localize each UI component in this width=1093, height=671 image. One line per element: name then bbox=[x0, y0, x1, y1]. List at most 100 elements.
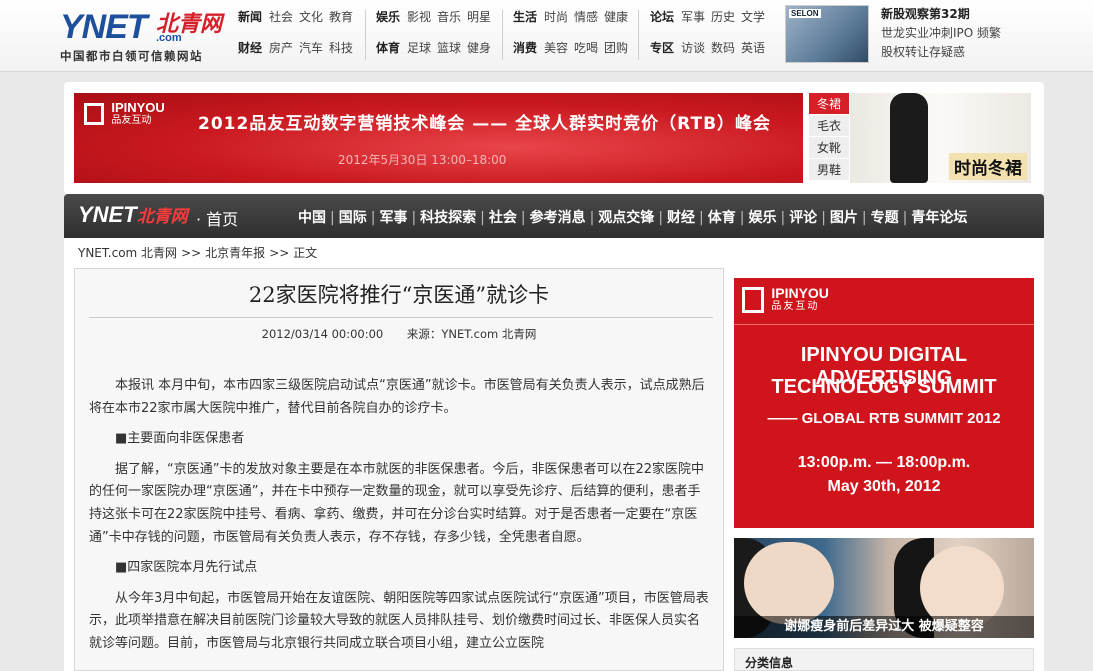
topnav-link[interactable]: 社会 bbox=[269, 10, 293, 24]
category-box: 分类信息 bbox=[734, 648, 1034, 671]
channel-item[interactable]: 参考消息 bbox=[530, 210, 586, 226]
topnav-group-news: 新闻 社会 文化 教育 财经 房产 汽车 科技 bbox=[238, 8, 359, 62]
selon-ad-thumbnail[interactable]: SELON bbox=[785, 5, 869, 63]
side-ad-line: TECHNOLOGY SUMMIT bbox=[771, 376, 997, 398]
topnav-link[interactable]: 娱乐 bbox=[376, 10, 400, 24]
article-paragraph: 据了解，“京医通”卡的发放对象主要是在本市就医的非医保患者。今后，非医保患者可以… bbox=[89, 461, 705, 545]
tag-item[interactable]: 毛衣 bbox=[809, 115, 849, 137]
site-header: YNET 北青网 .com 中国都市白领可信赖网站 新闻 社会 文化 教育 财经 房产汽… bbox=[0, 0, 1093, 72]
topnav-link[interactable]: 情感 bbox=[574, 10, 598, 24]
article-paragraph: 本报讯 本月中旬，本市四家三级医院启动试点“京医通”就诊卡。市医管局有关负责人表… bbox=[89, 378, 705, 416]
topnav-link[interactable]: 吃喝 bbox=[574, 41, 598, 55]
topnav-link[interactable]: 影视 bbox=[407, 10, 431, 24]
photo-caption[interactable]: 谢娜瘦身前后差异过大 被爆疑整容 bbox=[734, 616, 1034, 638]
tag-item[interactable]: 女靴 bbox=[809, 137, 849, 159]
celebrity-photo[interactable]: 谢娜瘦身前后差异过大 被爆疑整容 bbox=[734, 538, 1034, 638]
topnav-group-ent: 娱乐 影视 音乐 明星 体育 足球 篮球 健身 bbox=[376, 8, 497, 62]
home-link[interactable]: · 首页 bbox=[196, 206, 238, 230]
side-ad-date: May 30th, 2012 bbox=[827, 478, 941, 495]
ipinyou-banner-ad[interactable]: IPINYOU 品友互动 2012品友互动数字营销技术峰会 —— 全球人群实时竞价… bbox=[74, 93, 803, 183]
topnav-group-forum: 论坛 军事 历史 文学 专区 访谈 数码 英语 bbox=[650, 8, 771, 62]
article-source: 来源：YNET.com 北青网 bbox=[406, 327, 537, 341]
channel-item[interactable]: 军事 bbox=[379, 210, 407, 226]
topnav-link[interactable]: 房产 bbox=[269, 41, 293, 55]
banner-logo-name: IPINYOU bbox=[111, 100, 165, 115]
header-news-title[interactable]: 新股观察第32期 bbox=[881, 5, 1081, 24]
topnav-link[interactable]: 访谈 bbox=[681, 41, 705, 55]
topnav-link[interactable]: 美容 bbox=[544, 41, 568, 55]
channel-item[interactable]: 评论 bbox=[789, 210, 817, 226]
channel-item[interactable]: 科技探索 bbox=[420, 210, 476, 226]
side-ad-logo-name: IPINYOU bbox=[771, 285, 829, 301]
topnav-link[interactable]: 汽车 bbox=[299, 41, 323, 55]
side-ad-divider bbox=[734, 324, 1034, 325]
ipinyou-logo-icon bbox=[742, 287, 764, 313]
topnav-link[interactable]: 足球 bbox=[407, 41, 431, 55]
topnav-link[interactable]: 健身 bbox=[467, 41, 491, 55]
topnav-link[interactable]: 英语 bbox=[741, 41, 765, 55]
nav-divider bbox=[365, 10, 366, 60]
channel-nav: YNET北青网 · 首页 中国 | 国际 | 军事 | 科技探索 | 社会 | 参考消息 | 观点交锋 |… bbox=[64, 194, 1044, 238]
topnav-link[interactable]: 专区 bbox=[650, 41, 674, 55]
dress-figure bbox=[890, 93, 928, 183]
nav-divider bbox=[502, 10, 503, 60]
ipinyou-side-ad[interactable]: IPINYOU 品友互动 IPINYOU DIGITAL ADVERTISING … bbox=[734, 278, 1034, 528]
header-news-item[interactable]: 世龙实业冲刺IPO 频繁 bbox=[881, 24, 1081, 43]
channel-item[interactable]: 专题 bbox=[871, 210, 899, 226]
dress-label: 时尚冬裙 bbox=[949, 153, 1027, 180]
topnav-link[interactable]: 体育 bbox=[376, 41, 400, 55]
breadcrumb-current: 正文 bbox=[293, 246, 318, 260]
channel-logo-ynet: YNET bbox=[78, 202, 137, 227]
channel-logo[interactable]: YNET北青网 bbox=[78, 202, 188, 228]
banner-headline: 2012品友互动数字营销技术峰会 —— 全球人群实时竞价（RTB）峰会 bbox=[198, 114, 772, 134]
tag-item[interactable]: 男鞋 bbox=[809, 159, 849, 181]
topnav-link[interactable]: 明星 bbox=[467, 10, 491, 24]
topnav-link[interactable]: 新闻 bbox=[238, 10, 262, 24]
topnav-link[interactable]: 消费 bbox=[513, 41, 537, 55]
topnav-link[interactable]: 数码 bbox=[711, 41, 735, 55]
nav-divider bbox=[638, 10, 639, 60]
channel-item[interactable]: 青年论坛 bbox=[911, 210, 967, 226]
topnav-link[interactable]: 财经 bbox=[238, 41, 262, 55]
channel-item[interactable]: 观点交锋 bbox=[598, 210, 654, 226]
article-title: 22家医院将推行“京医通”就诊卡 bbox=[248, 283, 550, 307]
topnav-link[interactable]: 篮球 bbox=[437, 41, 461, 55]
topnav-link[interactable]: 军事 bbox=[681, 10, 705, 24]
channel-item[interactable]: 娱乐 bbox=[748, 210, 776, 226]
channel-item[interactable]: 国际 bbox=[339, 210, 367, 226]
article-paragraph: 从今年3月中旬起，市医管局开始在友谊医院、朝阳医院等四家试点医院试行“京医通”项… bbox=[89, 590, 709, 651]
header-news-item[interactable]: 股权转让存疑惑 bbox=[881, 43, 1081, 62]
article-meta: 2012/03/14 00:00:00 来源：YNET.com 北青网 bbox=[75, 326, 723, 342]
channel-item[interactable]: 图片 bbox=[830, 210, 858, 226]
topnav-link[interactable]: 文化 bbox=[299, 10, 323, 24]
channel-item[interactable]: 社会 bbox=[489, 210, 517, 226]
tag-item[interactable]: 冬裙 bbox=[809, 93, 849, 115]
topnav-link[interactable]: 教育 bbox=[329, 10, 353, 24]
topnav-link[interactable]: 生活 bbox=[513, 10, 537, 24]
channel-item[interactable]: 体育 bbox=[708, 210, 736, 226]
logo-ynet: YNET bbox=[60, 8, 148, 46]
article: 22家医院将推行“京医通”就诊卡 2012/03/14 00:00:00 来源：… bbox=[74, 268, 724, 671]
topnav-link[interactable]: 音乐 bbox=[437, 10, 461, 24]
title-divider bbox=[89, 317, 713, 318]
channel-item[interactable]: 财经 bbox=[667, 210, 695, 226]
site-logo[interactable]: YNET 北青网 .com 中国都市白领可信赖网站 bbox=[58, 6, 230, 64]
channel-logo-cn: 北青网 bbox=[136, 207, 188, 227]
topnav-link[interactable]: 论坛 bbox=[650, 10, 674, 24]
category-title: 分类信息 bbox=[745, 656, 794, 670]
breadcrumb-link[interactable]: YNET.com 北青网 bbox=[78, 246, 177, 260]
photo-shape bbox=[744, 542, 834, 624]
dress-ad-image[interactable]: 时尚冬裙 bbox=[850, 93, 1031, 183]
breadcrumb: YNET.com 北青网 >> 北京青年报 >> 正文 bbox=[78, 244, 321, 261]
breadcrumb-link[interactable]: 北京青年报 bbox=[205, 246, 265, 260]
channel-item[interactable]: 中国 bbox=[298, 210, 326, 226]
topnav-link[interactable]: 健康 bbox=[604, 10, 628, 24]
banner-subline: 2012年5月30日 13:00–18:00 bbox=[338, 153, 507, 167]
side-ad-line: —— GLOBAL RTB SUMMIT 2012 bbox=[767, 410, 1001, 427]
topnav-link[interactable]: 文学 bbox=[741, 10, 765, 24]
topnav-link[interactable]: 科技 bbox=[329, 41, 353, 55]
topnav-link[interactable]: 团购 bbox=[604, 41, 628, 55]
topnav-link[interactable]: 时尚 bbox=[544, 10, 568, 24]
breadcrumb-separator: >> bbox=[181, 246, 202, 260]
topnav-link[interactable]: 历史 bbox=[711, 10, 735, 24]
